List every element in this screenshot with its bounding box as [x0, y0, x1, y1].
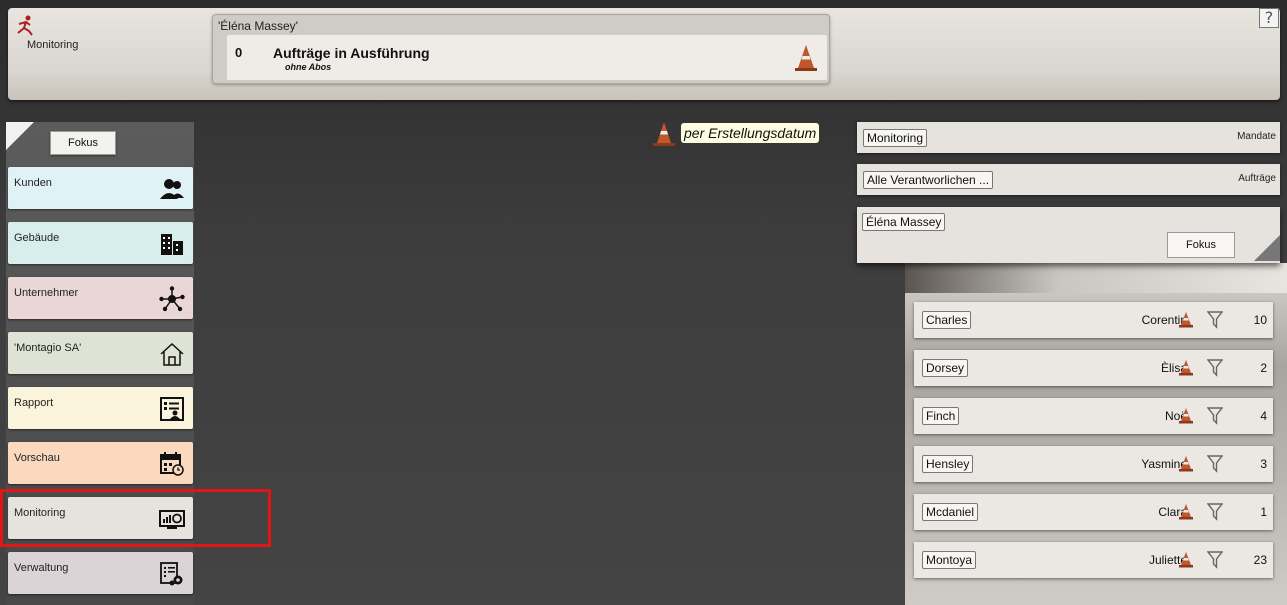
filter-icon[interactable]	[1207, 503, 1223, 521]
responsible-filter-row: Alle Verantworlichen ... Aufträge	[857, 164, 1280, 195]
traffic-cone-icon	[795, 45, 817, 71]
selection-highlight	[0, 489, 271, 547]
filter-icon[interactable]	[1207, 455, 1223, 473]
job-count: 2	[1260, 361, 1267, 375]
job-count: 1	[1260, 505, 1267, 519]
focus-panel: Éléna Massey Fokus	[857, 207, 1280, 263]
collapse-corner-icon[interactable]	[1254, 235, 1280, 261]
network-icon	[159, 286, 185, 312]
filter-icon[interactable]	[1207, 359, 1223, 377]
filter-icon[interactable]	[1207, 551, 1223, 569]
jobs-subtitle: ohne Abos	[285, 62, 332, 72]
jobs-tag: Aufträge	[1238, 173, 1276, 184]
employee-last-name-button[interactable]: Montoya	[922, 551, 977, 569]
list-background-top	[905, 263, 1287, 293]
table-row[interactable]: Montoya Juliette 23	[914, 542, 1273, 578]
sort-order-label[interactable]: per Erstellungsdatum	[681, 123, 820, 143]
jobs-summary[interactable]: 0 Aufträge in Ausführung ohne Abos	[227, 35, 827, 80]
building-icon	[161, 234, 183, 255]
job-count: 3	[1260, 457, 1267, 471]
mandate-filter-button[interactable]: Monitoring	[863, 129, 928, 147]
sidebar-item-label: Rapport	[14, 397, 54, 409]
employee-last-name-button[interactable]: Dorsey	[922, 359, 969, 377]
table-row[interactable]: Mcdaniel Clara 1	[914, 494, 1273, 530]
current-user-label: 'Éléna Massey'	[218, 19, 298, 33]
traffic-cone-icon[interactable]	[1179, 455, 1193, 473]
traffic-cone-icon[interactable]	[1179, 359, 1193, 377]
fokus-button-right[interactable]: Fokus	[1167, 232, 1235, 258]
job-count: 4	[1260, 409, 1267, 423]
traffic-cone-icon[interactable]	[1179, 311, 1193, 329]
app-title: Monitoring	[27, 39, 79, 51]
home-icon	[160, 342, 184, 366]
mandate-tag: Mandate	[1237, 131, 1276, 142]
sidebar-item-rapport[interactable]: Rapport	[8, 387, 193, 429]
header-bar: Monitoring ? 'Éléna Massey' 0 Aufträge i…	[8, 8, 1280, 100]
table-row[interactable]: Charles Corentin 10	[914, 302, 1273, 338]
filter-icon[interactable]	[1207, 311, 1223, 329]
traffic-cone-icon[interactable]	[1179, 503, 1193, 521]
sidebar-item-kunden[interactable]: Kunden	[8, 167, 193, 209]
job-count: 10	[1253, 313, 1267, 327]
focus-user-button[interactable]: Éléna Massey	[862, 213, 946, 231]
fokus-button[interactable]: Fokus	[50, 131, 116, 155]
admin-icon	[160, 562, 183, 586]
traffic-cone-icon[interactable]	[1179, 551, 1193, 569]
calendar-icon	[160, 452, 184, 476]
app-logo-icon	[17, 15, 33, 36]
sidebar-item-label: Vorschau	[14, 452, 60, 464]
sidebar-item-unternehmer[interactable]: Unternehmer	[8, 277, 193, 319]
sidebar-item-label: 'Montagio SA'	[14, 342, 82, 354]
employee-last-name-button[interactable]: Mcdaniel	[922, 503, 979, 521]
employee-last-name-button[interactable]: Hensley	[922, 455, 974, 473]
responsible-filter-button[interactable]: Alle Verantworlichen ...	[863, 171, 994, 189]
sidebar-item-gebaeude[interactable]: Gebäude	[8, 222, 193, 264]
table-row[interactable]: Hensley Yasmine 3	[914, 446, 1273, 482]
sidebar-item-label: Verwaltung	[14, 562, 69, 574]
collapse-corner-icon[interactable]	[6, 122, 34, 150]
report-icon	[160, 397, 184, 421]
sidebar-item-label: Unternehmer	[14, 287, 79, 299]
sidebar-item-label: Kunden	[14, 177, 52, 189]
mandate-filter-row: Monitoring Mandate	[857, 122, 1280, 153]
jobs-count: 0	[235, 45, 243, 60]
active-jobs-panel: 'Éléna Massey' 0 Aufträge in Ausführung …	[212, 14, 830, 84]
jobs-title: Aufträge in Ausführung	[273, 45, 430, 61]
help-button[interactable]: ?	[1259, 8, 1279, 28]
traffic-cone-icon[interactable]	[1179, 407, 1193, 425]
sidebar-item-label: Gebäude	[14, 232, 60, 244]
filter-icon[interactable]	[1207, 407, 1223, 425]
employee-last-name-button[interactable]: Charles	[922, 311, 972, 329]
employee-last-name-button[interactable]: Finch	[922, 407, 960, 425]
sidebar-item-verwaltung[interactable]: Verwaltung	[8, 552, 193, 594]
traffic-cone-icon[interactable]	[651, 120, 677, 148]
table-row[interactable]: Dorsey Èlisa 2	[914, 350, 1273, 386]
sidebar-item-vorschau[interactable]: Vorschau	[8, 442, 193, 484]
table-row[interactable]: Finch Noë 4	[914, 398, 1273, 434]
job-count: 23	[1253, 553, 1267, 567]
customers-icon	[160, 179, 184, 199]
sidebar-item-montagio[interactable]: 'Montagio SA'	[8, 332, 193, 374]
